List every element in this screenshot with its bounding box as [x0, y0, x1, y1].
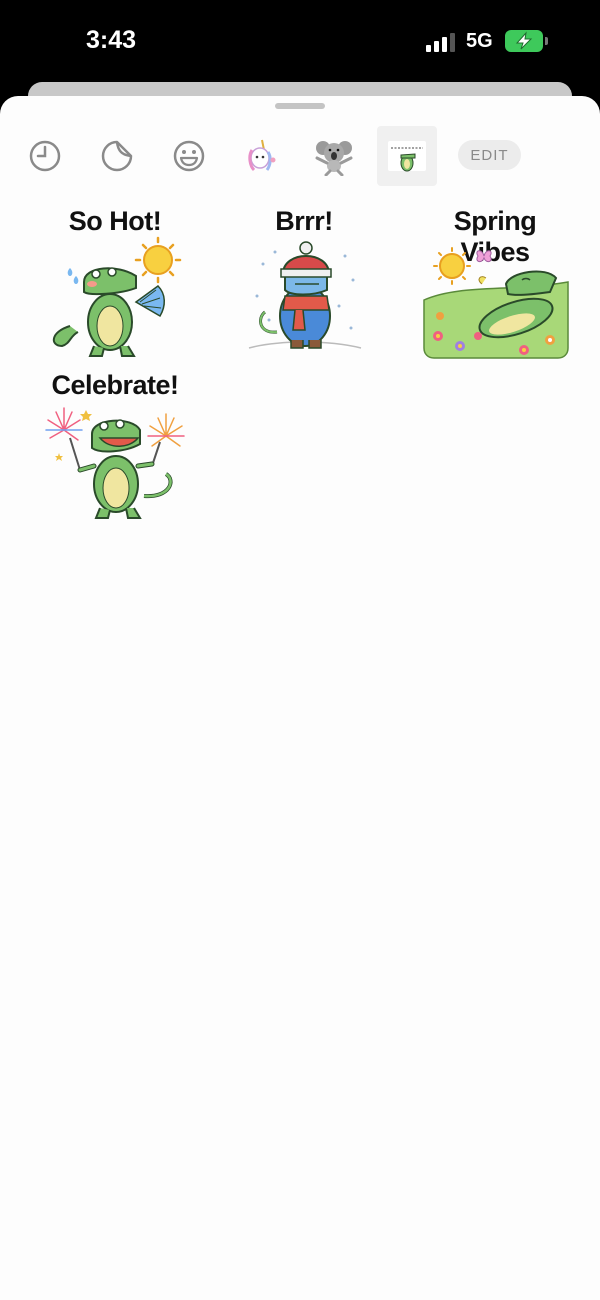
crocodile-fan-sun-icon	[52, 236, 182, 357]
status-bar: 3:43 5G	[0, 0, 600, 82]
recents-tab[interactable]	[15, 126, 75, 186]
sticker-brrr[interactable]: Brrr!	[229, 206, 379, 366]
crocodile-pack-tab[interactable]	[377, 126, 437, 186]
cellular-signal-icon	[426, 32, 456, 52]
emoji-tab[interactable]	[159, 126, 219, 186]
sticker-spring-vibes[interactable]: Spring Vibes	[420, 206, 570, 366]
crocodile-spring-meadow-icon	[423, 247, 569, 359]
sheet-grabber[interactable]	[275, 103, 325, 109]
unicorn-pack-tab[interactable]	[230, 126, 290, 186]
koala-sticker-pack-icon	[315, 141, 353, 176]
unicorn-sticker-pack-icon	[248, 139, 276, 172]
status-time: 3:43	[86, 26, 137, 54]
koala-pack-tab[interactable]	[304, 126, 364, 186]
sticker-title: So Hot!	[68, 206, 162, 236]
charging-bolt-icon	[515, 31, 533, 50]
sticker-title: Brrr!	[275, 206, 333, 236]
clock-icon	[29, 140, 61, 172]
crocodile-sticker-pack-icon	[388, 141, 426, 172]
battery-icon	[505, 30, 543, 52]
sticker-so-hot[interactable]: So Hot!	[40, 206, 190, 366]
emoji-face-icon	[173, 140, 205, 172]
stickers-tab[interactable]	[87, 126, 147, 186]
sticker-sheet: EDIT So Hot! Brrr! Spring Vibes Celebrat…	[0, 96, 600, 1300]
sticker-celebrate[interactable]: Celebrate!	[40, 370, 190, 530]
sticker-icon	[101, 140, 133, 172]
sticker-toolbar: EDIT	[0, 124, 600, 188]
sticker-title: Celebrate!	[51, 370, 179, 400]
network-type: 5G	[466, 30, 493, 52]
crocodile-winter-icon	[248, 241, 362, 349]
edit-button[interactable]: EDIT	[458, 140, 521, 170]
crocodile-sparklers-icon	[45, 407, 185, 519]
battery-cap	[545, 37, 548, 45]
